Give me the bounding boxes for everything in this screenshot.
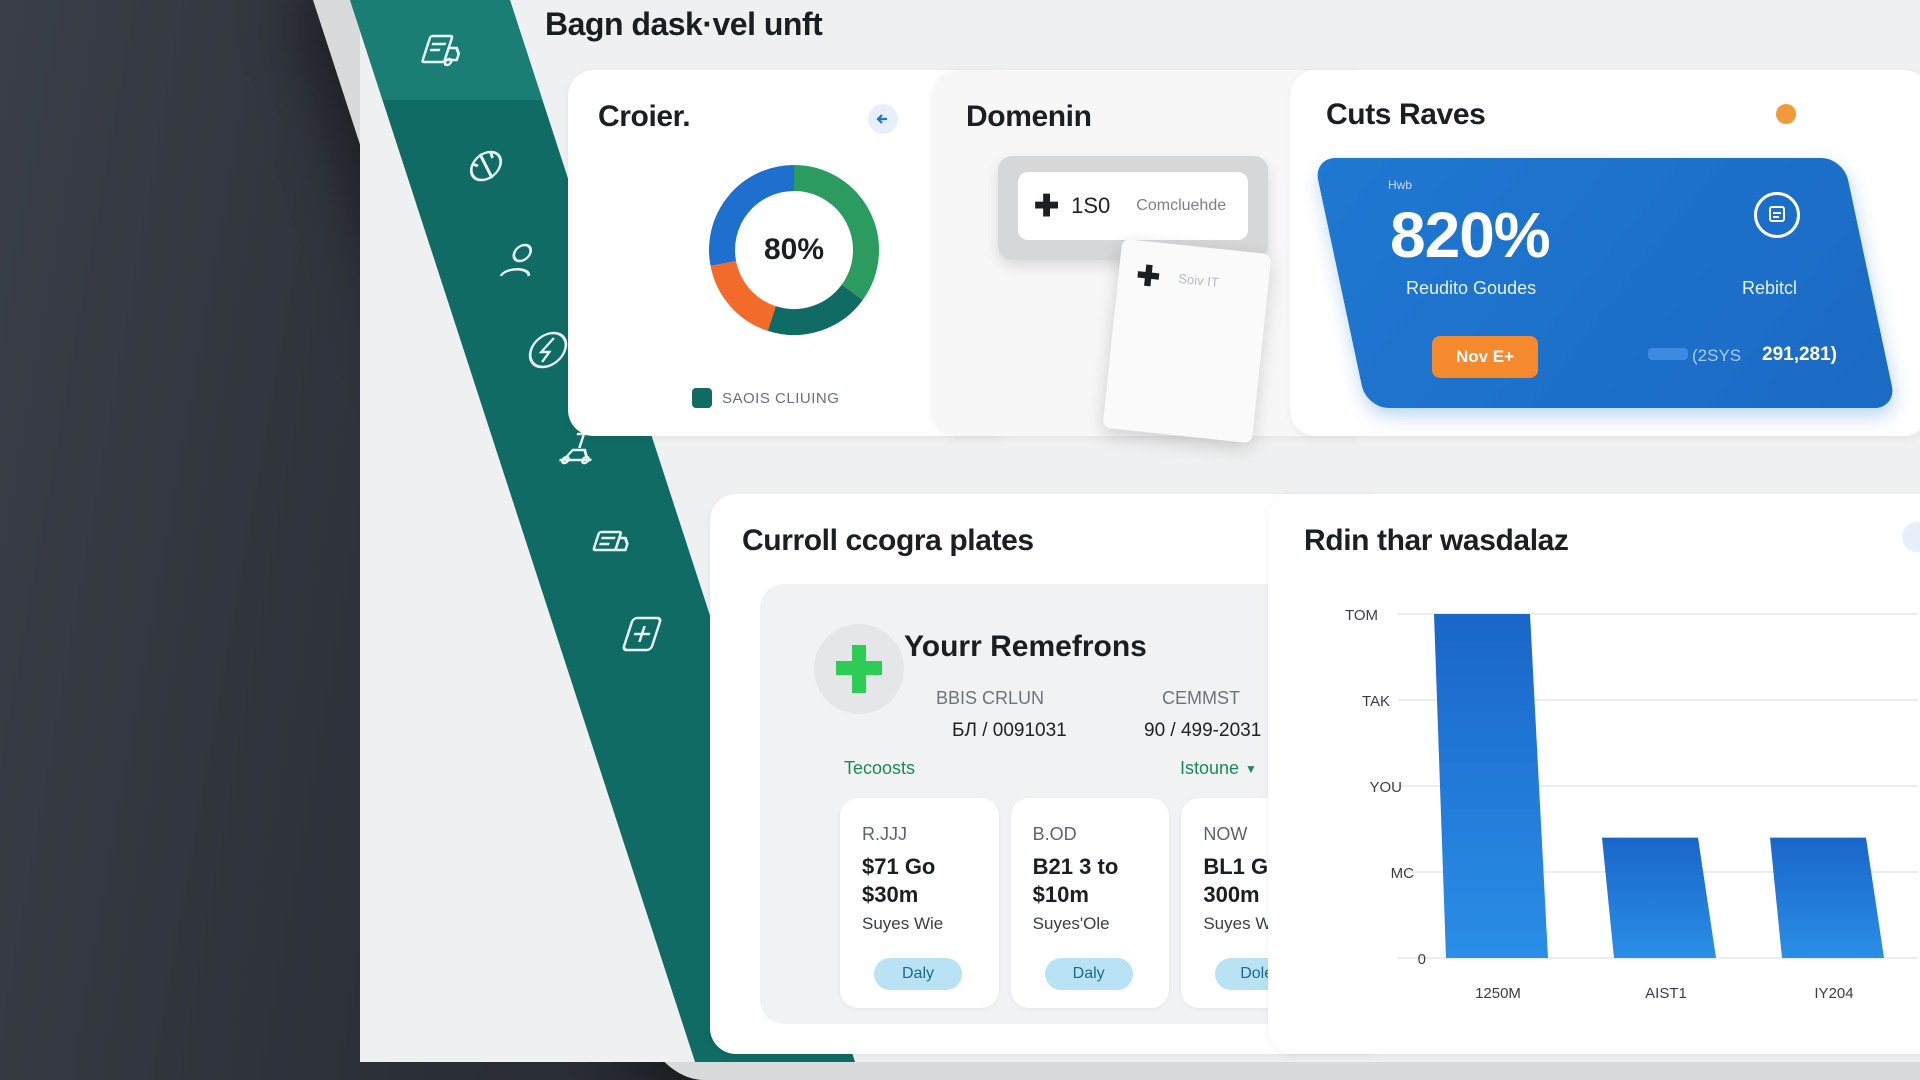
tile-button[interactable]: Daly bbox=[874, 958, 962, 990]
col2-value: 90 / 499-2031 bbox=[1144, 720, 1262, 741]
y-tick-label: TAK bbox=[1362, 693, 1390, 710]
cuts-card-title: Cuts Raves bbox=[1326, 98, 1486, 131]
tile-button[interactable]: Daly bbox=[1044, 958, 1133, 990]
panel-title: Yourr Remefrons bbox=[904, 630, 1147, 663]
stat-sub-right: Rebitcl bbox=[1742, 278, 1798, 298]
donut-center-label: 80% bbox=[763, 233, 825, 266]
stat-footer-value: 291,281) bbox=[1762, 344, 1838, 365]
expand-icon[interactable] bbox=[1902, 522, 1920, 552]
tile-code: R.JJJ bbox=[862, 824, 907, 844]
document-sheet: ✚ Soiv IT bbox=[1102, 238, 1272, 444]
col1-value: БЛ / 0091031 bbox=[952, 720, 1067, 741]
plus-icon: ✚ bbox=[1034, 189, 1060, 223]
page-title: Bagn dask·vel unft bbox=[545, 6, 823, 42]
donut-legend: SAOIS CLIUING bbox=[692, 388, 839, 408]
tile-line2: 300m bbox=[1203, 882, 1260, 907]
tile-line2: $30m bbox=[862, 882, 919, 907]
col2-head: CEMMST bbox=[1162, 688, 1240, 708]
badge-icon bbox=[1754, 192, 1800, 238]
plate-tile[interactable]: B.OD B21 3 to $10m Suyes'Ole Daly bbox=[1010, 798, 1170, 1008]
col1-head: BBIS CRLUN bbox=[936, 688, 1045, 708]
plates-card-title: Curroll ccogra plates bbox=[742, 524, 1034, 557]
stat-sub-left: Reudito Goudes bbox=[1406, 278, 1537, 298]
stage: Bagn dask·vel unft Croier. 80% SAOIS CLI… bbox=[0, 0, 1920, 1080]
document-text: Soiv IT bbox=[1177, 270, 1220, 290]
y-tick-label: 0 bbox=[1418, 951, 1426, 968]
tiles-row: R.JJJ $71 Go $30m Suyes Wie Daly B.OD B21 3 to… bbox=[840, 798, 1341, 1008]
chevron-down-icon: ▼ bbox=[1245, 761, 1257, 776]
status-dot bbox=[1776, 104, 1796, 124]
back-arrow-icon[interactable] bbox=[868, 104, 898, 134]
bar-chart-title: Rdin thar wasdalaz bbox=[1304, 524, 1569, 557]
tile-line1: $71 Go bbox=[862, 854, 936, 879]
bar[interactable] bbox=[1770, 837, 1884, 958]
tile-line3: Suyes Wie bbox=[862, 914, 944, 933]
x-tick-label: 1250M bbox=[1475, 985, 1521, 1002]
stat-button[interactable]: Nov E+ bbox=[1432, 336, 1538, 378]
plus-icon: ✚ bbox=[1135, 259, 1162, 293]
right-link[interactable]: Istoune ▼ bbox=[1180, 758, 1257, 779]
tile-code: B.OD bbox=[1032, 824, 1077, 844]
stat-footer-bar bbox=[1648, 348, 1688, 360]
y-tick-label: TOM bbox=[1345, 607, 1378, 624]
x-tick-label: IY204 bbox=[1814, 985, 1853, 1002]
stat-footer-label: (2SYS bbox=[1692, 346, 1742, 365]
right-link-label: Istoune bbox=[1180, 758, 1240, 778]
stat-big-value: 820% bbox=[1390, 199, 1551, 271]
left-link[interactable]: Tecoosts bbox=[844, 758, 915, 779]
tile-code: NOW bbox=[1203, 824, 1248, 844]
bar-chart: TOM TAK YOU MC 0 1250M AIST1 IY204 bbox=[1345, 607, 1918, 1002]
plate-tile[interactable]: R.JJJ $71 Go $30m Suyes Wie Daly bbox=[840, 798, 999, 1008]
bar[interactable] bbox=[1434, 614, 1548, 958]
domain-card-title: Domenin bbox=[966, 100, 1092, 133]
y-tick-label: YOU bbox=[1369, 779, 1402, 796]
legend-swatch bbox=[692, 388, 712, 408]
stat-small-label: Hwb bbox=[1388, 178, 1413, 192]
y-tick-label: MC bbox=[1391, 865, 1414, 882]
x-tick-label: AIST1 bbox=[1645, 985, 1687, 1002]
tag-card: ✚ 1S0 Comcluehde bbox=[1018, 172, 1248, 240]
donut-card-title: Croier. bbox=[598, 100, 691, 133]
stat-panel bbox=[1313, 158, 1897, 408]
bar-chart-card: Rdin thar wasdalaz TOM TAK YOU MC 0 1250M AIST… bbox=[1268, 494, 1920, 1054]
tag-text: Comcluehde bbox=[1136, 197, 1227, 214]
tile-line3: Suyes'Ole bbox=[1032, 914, 1110, 933]
tile-line1: B21 3 to bbox=[1032, 854, 1119, 879]
bar[interactable] bbox=[1602, 837, 1716, 958]
tile-line2: $10m bbox=[1032, 882, 1089, 907]
cuts-card: Cuts Raves Hwb 820% Reudito Goudes Rebit… bbox=[1290, 70, 1920, 436]
med-cross-icon bbox=[814, 624, 904, 714]
legend-label: SAOIS CLIUING bbox=[722, 389, 840, 407]
tag-number: 1S0 bbox=[1071, 193, 1111, 218]
